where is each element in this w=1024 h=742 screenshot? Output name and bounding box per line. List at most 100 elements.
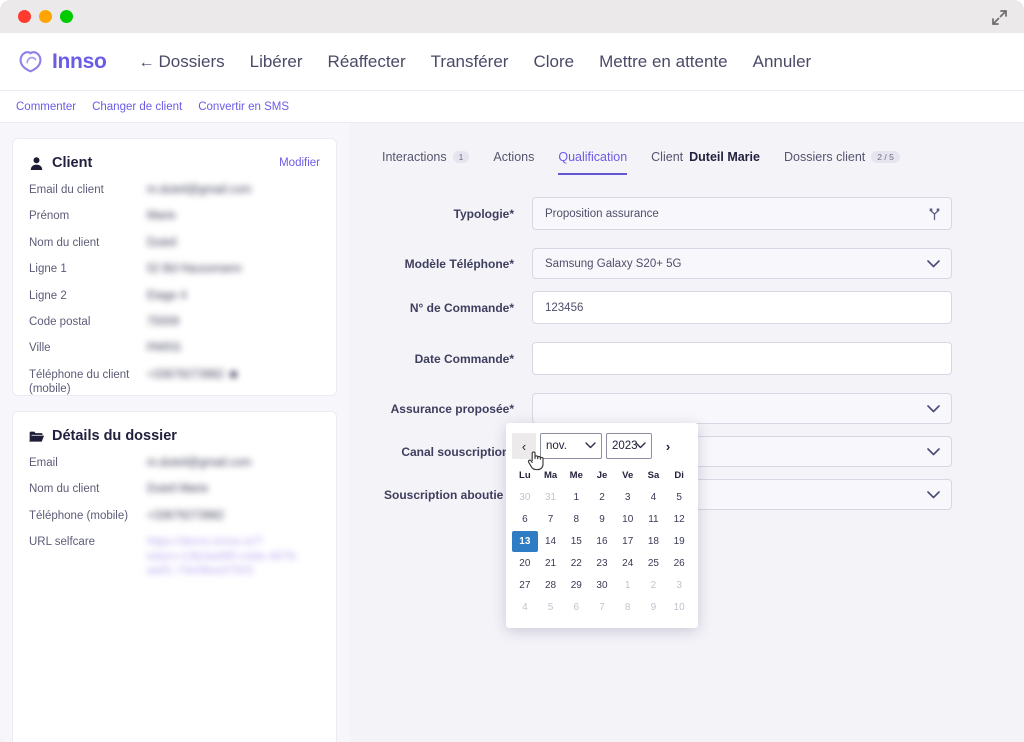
minimize-window-button[interactable]: [39, 10, 52, 23]
assurance-proposee-select[interactable]: [532, 393, 952, 424]
calendar-day[interactable]: 17: [615, 531, 641, 552]
next-month-button[interactable]: ›: [656, 433, 680, 459]
tree-branch-icon[interactable]: [929, 207, 940, 220]
modifier-link[interactable]: Modifier: [279, 157, 320, 169]
chevron-down-icon[interactable]: [927, 490, 940, 499]
client-row: Ligne 2 Etage 4: [29, 289, 320, 303]
previous-month-button[interactable]: ‹: [512, 433, 544, 471]
nav-item-transferer[interactable]: Transférer: [431, 52, 509, 72]
calendar-day[interactable]: 10: [666, 597, 692, 618]
calendar-day[interactable]: 30: [512, 487, 538, 508]
calendar-day[interactable]: 14: [538, 531, 564, 552]
nav-item-mettre-en-attente[interactable]: Mettre en attente: [599, 52, 728, 72]
close-window-button[interactable]: [18, 10, 31, 23]
calendar-day[interactable]: 7: [589, 597, 615, 618]
calendar-day[interactable]: 2: [641, 575, 667, 596]
field-assurance-proposee: Assurance proposée*: [350, 393, 1024, 424]
calendar-day[interactable]: 30: [589, 575, 615, 596]
tab-dossiers-client-label: Dossiers client: [783, 150, 866, 164]
calendar-day[interactable]: 8: [563, 509, 589, 530]
calendar-day[interactable]: 3: [615, 487, 641, 508]
calendar-day[interactable]: 11: [641, 509, 667, 530]
subnav-item-convertir-en-sms[interactable]: Convertir en SMS: [198, 101, 289, 113]
dossier-card-rows: Email m.duteil@gmail.com Nom du client D…: [13, 450, 336, 578]
calendar-day[interactable]: 1: [563, 487, 589, 508]
month-select[interactable]: nov.: [540, 433, 602, 459]
year-select[interactable]: 2023: [606, 433, 652, 459]
tab-actions[interactable]: Actions: [493, 150, 534, 175]
calendar-day[interactable]: 13: [512, 531, 538, 552]
field-date-commande: Date Commande*: [350, 342, 1024, 375]
dossier-row: Téléphone (mobile) +33679273982: [29, 509, 320, 523]
nav-item-annuler[interactable]: Annuler: [753, 52, 812, 72]
calendar-day[interactable]: 22: [563, 553, 589, 574]
calendar-day[interactable]: 5: [666, 487, 692, 508]
calendar-day[interactable]: 19: [666, 531, 692, 552]
calendar-day[interactable]: 29: [563, 575, 589, 596]
nav-item-clore[interactable]: Clore: [533, 52, 574, 72]
tab-dossiers-client[interactable]: Dossiers client 2 / 5: [784, 150, 900, 175]
calendar-day[interactable]: 7: [538, 509, 564, 530]
calendar-day[interactable]: 27: [512, 575, 538, 596]
calendar-day[interactable]: 5: [538, 597, 564, 618]
calendar-day[interactable]: 26: [666, 553, 692, 574]
calendar-day[interactable]: 25: [641, 553, 667, 574]
field-numero-commande-label: N° de Commande*: [409, 300, 514, 315]
calendar-day[interactable]: 15: [563, 531, 589, 552]
calendar-day[interactable]: 6: [512, 509, 538, 530]
chevron-down-icon[interactable]: [927, 447, 940, 456]
calendar-day[interactable]: 2: [589, 487, 615, 508]
year-select-value: 2023: [612, 440, 638, 452]
calendar-day[interactable]: 16: [589, 531, 615, 552]
dossier-row: URL selfcare https://demo.innso.io/?toke…: [29, 535, 320, 578]
nav-item-dossiers[interactable]: ← Dossiers: [139, 52, 225, 72]
nav-item-liberer[interactable]: Libérer: [250, 52, 303, 72]
typologie-input[interactable]: Proposition assurance: [532, 197, 952, 230]
top-nav-items: ← Dossiers Libérer Réaffecter Transférer …: [139, 52, 812, 72]
calendar-day[interactable]: 18: [641, 531, 667, 552]
next-month-chevron-icon: ›: [665, 438, 671, 454]
calendar-day[interactable]: 21: [538, 553, 564, 574]
tab-client[interactable]: Client Duteil Marie: [651, 150, 760, 175]
calendar-day[interactable]: 4: [512, 597, 538, 618]
phone-copy-icon[interactable]: [230, 371, 238, 379]
calendar-day[interactable]: 20: [512, 553, 538, 574]
tab-interactions[interactable]: Interactions 1: [382, 150, 470, 175]
calendar-day[interactable]: 12: [666, 509, 692, 530]
selfcare-url-value[interactable]: https://demo.innso.io/?token=13b2ad4f0-c…: [147, 535, 320, 578]
calendar-day[interactable]: 9: [641, 597, 667, 618]
modele-telephone-select[interactable]: Samsung Galaxy S20+ 5G: [532, 248, 952, 279]
subnav-item-changer-de-client[interactable]: Changer de client: [92, 101, 182, 113]
calendar-day[interactable]: 10: [615, 509, 641, 530]
numero-commande-input[interactable]: 123456: [532, 291, 952, 324]
subnav-item-commenter[interactable]: Commenter: [16, 101, 76, 113]
maximize-window-button[interactable]: [60, 10, 73, 23]
calendar-day[interactable]: 1: [615, 575, 641, 596]
dossier-row-label: Email: [29, 457, 58, 469]
dossier-row: Nom du client Duteil Marie: [29, 482, 320, 496]
date-picker-day-grid: 30 31 1 2 3 4 5 6 7 8 9 10 11 12 13 14 15 16 17 18 19 20 21 22 2…: [506, 487, 698, 618]
calendar-day[interactable]: 31: [538, 487, 564, 508]
calendar-day[interactable]: 3: [666, 575, 692, 596]
nav-item-reaffecter[interactable]: Réaffecter: [328, 52, 406, 72]
tab-qualification[interactable]: Qualification: [558, 150, 628, 175]
calendar-day[interactable]: 24: [615, 553, 641, 574]
client-card-rows: Email du client m.duteil@gmail.com Préno…: [13, 177, 336, 396]
app-window: Innso ← Dossiers Libérer Réaffecter Trans…: [0, 0, 1024, 742]
expand-arrows-icon[interactable]: [991, 9, 1008, 26]
calendar-day[interactable]: 6: [563, 597, 589, 618]
calendar-day[interactable]: 4: [641, 487, 667, 508]
calendar-day[interactable]: 8: [615, 597, 641, 618]
chevron-down-icon[interactable]: [927, 259, 940, 268]
chevron-down-icon[interactable]: [927, 404, 940, 413]
client-row-value: Etage 4: [147, 289, 187, 302]
client-row-value: m.duteil@gmail.com: [147, 184, 252, 196]
client-row-value: +33679273982: [147, 368, 320, 382]
calendar-day[interactable]: 28: [538, 575, 564, 596]
calendar-day[interactable]: 23: [589, 553, 615, 574]
dossier-row-label: URL selfcare: [29, 536, 96, 549]
field-typologie: Typologie* Proposition assurance: [350, 197, 1024, 230]
calendar-day[interactable]: 9: [589, 509, 615, 530]
date-commande-input[interactable]: [532, 342, 952, 375]
brand[interactable]: Innso: [18, 49, 107, 74]
